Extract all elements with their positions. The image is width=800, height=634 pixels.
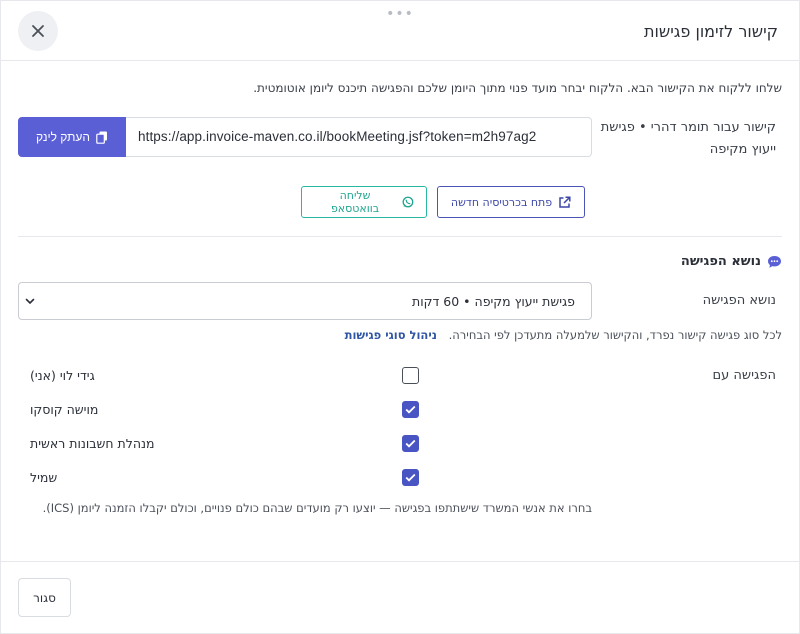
modal-footer: סגור [1, 561, 799, 633]
link-actions: פתח בכרטיסיה חדשה שליחה בוואטסאפ [18, 186, 782, 218]
copy-link-button[interactable]: העתק לינק [18, 117, 126, 157]
copy-icon [96, 131, 108, 144]
meeting-topic-select[interactable]: פגישת ייעוץ מקיפה • 60 דקות [18, 282, 592, 320]
check-icon [405, 439, 416, 448]
attendee-item[interactable]: מנהלת חשבונות ראשית [30, 426, 592, 460]
link-row: קישור עבור תומר דהרי • פגישת ייעוץ מקיפה… [18, 117, 782, 161]
link-group: https://app.invoice-maven.co.il/bookMeet… [18, 117, 592, 157]
topic-label: נושא הפגישה [702, 293, 776, 308]
attendee-name: מנהלת חשבונות ראשית [30, 435, 155, 451]
meeting-topic-value: פגישת ייעוץ מקיפה • 60 דקות [412, 293, 575, 309]
topic-section-header: נושא הפגישה [18, 254, 782, 269]
attendees-label: הפגישה עם [712, 368, 776, 383]
external-link-icon [559, 195, 571, 208]
whatsapp-share-label: שליחה בוואטסאפ [330, 189, 380, 215]
link-label: קישור עבור תומר דהרי • פגישת ייעוץ מקיפה [600, 120, 776, 157]
attendees-hint: בחרו את אנשי המשרד שישתתפו בפגישה — יוצע… [42, 501, 592, 515]
section-divider [18, 236, 782, 237]
check-icon [405, 405, 416, 414]
attendee-name: גידי לוי (אני) [30, 367, 95, 383]
topic-hint: לכל סוג פגישה קישור נפרד, והקישור שלמעלה… [18, 328, 782, 344]
drag-handle-icon[interactable]: ••• [386, 7, 414, 21]
attendee-checkbox[interactable] [402, 468, 419, 486]
topic-hint-text: לכל סוג פגישה קישור נפרד, והקישור שלמעלה… [448, 328, 782, 342]
chat-bubble-icon [768, 255, 781, 268]
open-new-tab-button[interactable]: פתח בכרטיסיה חדשה [437, 186, 585, 218]
open-new-tab-label: פתח בכרטיסיה חדשה [450, 195, 553, 209]
close-button[interactable] [18, 10, 58, 51]
manage-meeting-types-link[interactable]: ניהול סוגי פגישות [345, 328, 437, 342]
chevron-down-icon [25, 298, 35, 304]
attendee-name: מוישה קוסקו [30, 401, 99, 417]
attendee-checkbox[interactable] [402, 400, 419, 418]
whatsapp-icon [402, 196, 414, 208]
booking-link-field[interactable]: https://app.invoice-maven.co.il/bookMeet… [126, 117, 592, 157]
copy-link-label: העתק לינק [35, 130, 91, 144]
attendee-checkbox[interactable] [402, 434, 419, 452]
check-icon [405, 473, 416, 482]
attendee-item[interactable]: שמיל [30, 460, 592, 494]
topic-section-title: נושא הפגישה [680, 254, 761, 269]
close-footer-button[interactable]: סגור [18, 578, 71, 617]
attendee-name: שמיל [30, 469, 58, 485]
modal-title: קישור לזימון פגישות [644, 22, 778, 41]
attendee-item[interactable]: מוישה קוסקו [30, 392, 592, 426]
attendee-item[interactable]: גידי לוי (אני) [30, 358, 592, 392]
booking-link-modal: ••• קישור לזימון פגישות שלחו ללקוח את הק… [0, 0, 800, 634]
intro-text: שלחו ללקוח את הקישור הבא. הלקוח יבחר מוע… [253, 81, 782, 95]
attendee-checkbox[interactable] [402, 366, 419, 384]
topic-row: נושא הפגישה פגישת ייעוץ מקיפה • 60 דקות [18, 282, 782, 320]
attendees-row: הפגישה עם גידי לוי (אני) מוישה קוסקו מנה… [18, 358, 782, 518]
attendees-list: גידי לוי (אני) מוישה קוסקו מנהלת חשבונות… [18, 358, 592, 518]
modal-body: שלחו ללקוח את הקישור הבא. הלקוח יבחר מוע… [1, 81, 799, 518]
close-icon [32, 24, 44, 37]
whatsapp-share-button[interactable]: שליחה בוואטסאפ [301, 186, 427, 218]
